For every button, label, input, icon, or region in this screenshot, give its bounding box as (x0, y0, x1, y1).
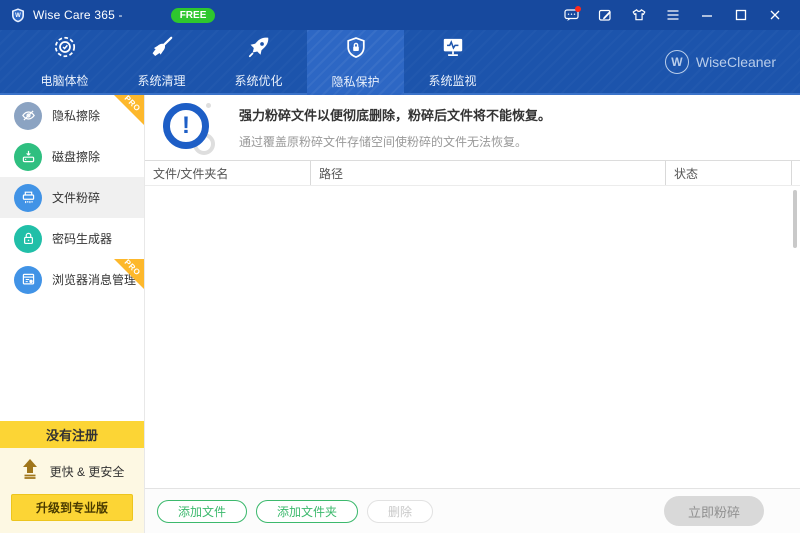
info-subtitle: 通过覆盖原粉碎文件存储空间使粉碎的文件无法恢复。 (239, 133, 551, 150)
sidebar-item-password-generator[interactable]: 密码生成器 (0, 218, 144, 259)
monitor-pulse-icon (440, 34, 466, 65)
sidebar-item-privacy-eraser[interactable]: 隐私擦除 PRO (0, 95, 144, 136)
app-body: 隐私擦除 PRO 磁盘擦除 文件粉碎 密码生成器 (0, 95, 800, 533)
checkup-target-icon (52, 34, 78, 65)
titlebar: W Wise Care 365 - FREE (0, 0, 800, 30)
sidebar-item-file-shredder[interactable]: 文件粉碎 (0, 177, 144, 218)
sidebar-item-label: 文件粉碎 (52, 189, 100, 206)
sidebar-item-disk-eraser[interactable]: 磁盘擦除 (0, 136, 144, 177)
register-section: 没有注册 更快 & 更安全 升级到专业版 (0, 421, 144, 533)
shred-now-button[interactable]: 立即粉碎 (664, 496, 764, 526)
window-title: Wise Care 365 - (33, 8, 123, 22)
exclamation-icon: ! (163, 103, 209, 149)
disk-erase-icon (14, 143, 42, 171)
sidebar-item-label: 密码生成器 (52, 230, 112, 247)
file-list-empty-area (145, 186, 800, 488)
brand-name: WiseCleaner (696, 54, 776, 70)
tab-system-tuneup[interactable]: 系统优化 (210, 30, 307, 93)
rocket-icon (246, 34, 272, 65)
theme-shirt-icon[interactable] (624, 3, 654, 27)
add-file-button[interactable]: 添加文件 (157, 500, 247, 523)
tab-privacy-protector[interactable]: 隐私保护 (307, 30, 404, 95)
notification-dot (575, 6, 581, 12)
scrollbar-thumb[interactable] (793, 190, 797, 248)
minimize-icon[interactable] (692, 3, 722, 27)
broom-icon (149, 34, 175, 65)
register-tagline-row: 更快 & 更安全 (0, 448, 144, 494)
free-badge: FREE (171, 8, 216, 23)
alert-deco-dot (206, 103, 211, 108)
bottom-toolbar: 添加文件 添加文件夹 删除 立即粉碎 (145, 488, 800, 533)
alert-icon: ! (161, 101, 217, 155)
info-bar: ! 强力粉碎文件以便彻底删除，粉碎后文件将不能恢复。 通过覆盖原粉碎文件存储空间… (145, 95, 800, 161)
padlock-icon (14, 225, 42, 253)
eye-off-icon (14, 102, 42, 130)
tab-label: 电脑体检 (40, 72, 88, 89)
info-title: 强力粉碎文件以便彻底删除，粉碎后文件将不能恢复。 (239, 105, 551, 124)
sidebar-item-label: 隐私擦除 (52, 107, 100, 124)
delete-button[interactable]: 删除 (367, 500, 433, 523)
menu-icon[interactable] (658, 3, 688, 27)
sidebar-item-browser-message-manager[interactable]: 浏览器消息管理 PRO (0, 259, 144, 300)
wisecleaner-brand: W WiseCleaner (665, 30, 776, 93)
svg-text:W: W (15, 13, 21, 19)
column-header-end-divider (791, 161, 800, 185)
tab-system-cleaner[interactable]: 系统清理 (113, 30, 210, 93)
register-tagline: 更快 & 更安全 (50, 463, 125, 480)
close-icon[interactable] (760, 3, 790, 27)
register-status: 没有注册 (0, 421, 144, 448)
tab-label: 系统清理 (137, 72, 185, 89)
messages-icon[interactable] (556, 3, 586, 27)
column-header-status[interactable]: 状态 (665, 161, 791, 185)
tab-label: 隐私保护 (331, 73, 379, 90)
sidebar-item-label: 磁盘擦除 (52, 148, 100, 165)
table-header: 文件/文件夹名 路径 状态 (145, 161, 800, 186)
sidebar: 隐私擦除 PRO 磁盘擦除 文件粉碎 密码生成器 (0, 95, 145, 533)
titlebar-controls (556, 3, 790, 27)
upgrade-arrow-icon (20, 457, 40, 486)
browser-bell-icon (14, 266, 42, 294)
edit-icon[interactable] (590, 3, 620, 27)
info-texts: 强力粉碎文件以便彻底删除，粉碎后文件将不能恢复。 通过覆盖原粉碎文件存储空间使粉… (239, 105, 551, 150)
wisecleaner-logo-icon: W (665, 50, 689, 74)
upgrade-to-pro-button[interactable]: 升级到专业版 (11, 494, 133, 521)
add-folder-button[interactable]: 添加文件夹 (256, 500, 358, 523)
shredder-icon (14, 184, 42, 212)
app-shield-logo-icon: W (10, 7, 26, 23)
column-header-filename[interactable]: 文件/文件夹名 (145, 161, 310, 185)
maximize-icon[interactable] (726, 3, 756, 27)
tab-pc-checkup[interactable]: 电脑体检 (16, 30, 113, 93)
shield-lock-icon (343, 35, 369, 66)
nav-tabs: 电脑体检 系统清理 系统优化 隐私保护 (16, 30, 501, 93)
app-window: W Wise Care 365 - FREE (0, 0, 800, 533)
tab-label: 系统优化 (234, 72, 282, 89)
tab-system-monitor[interactable]: 系统监视 (404, 30, 501, 93)
tab-label: 系统监视 (428, 72, 476, 89)
main-navbar: 电脑体检 系统清理 系统优化 隐私保护 (0, 30, 800, 95)
column-header-path[interactable]: 路径 (310, 161, 665, 185)
main-content: ! 强力粉碎文件以便彻底删除，粉碎后文件将不能恢复。 通过覆盖原粉碎文件存储空间… (145, 95, 800, 533)
